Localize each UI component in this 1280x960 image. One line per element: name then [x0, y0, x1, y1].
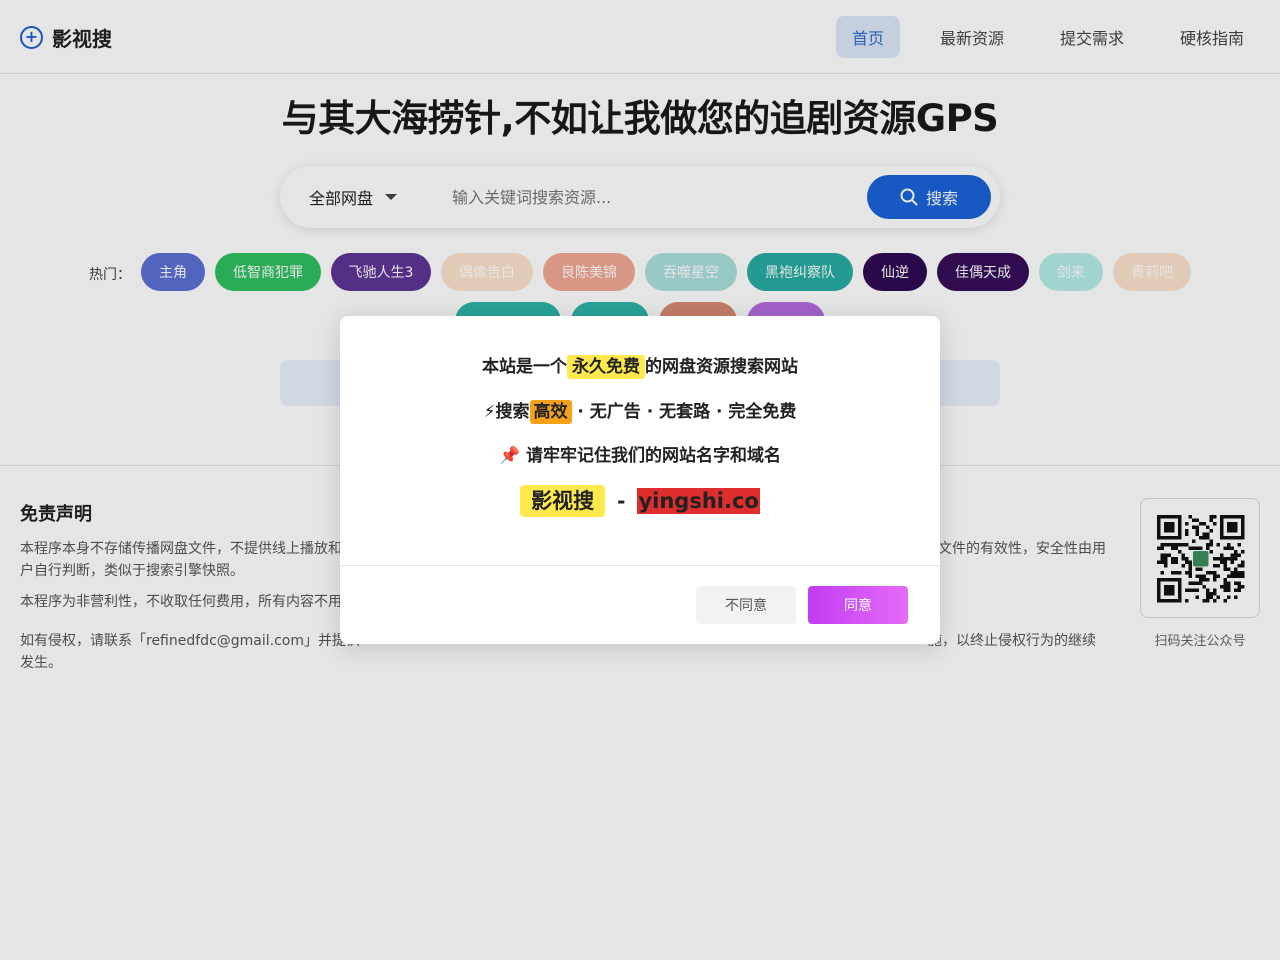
dialog-brand-name: 影视搜	[520, 485, 606, 517]
dialog-line-3: 📌 请牢牢记住我们的网站名字和域名	[340, 441, 940, 466]
highlight-efficient: 高效	[529, 400, 572, 424]
lightning-icon: ⚡	[483, 402, 496, 422]
highlight-forever-free: 永久免费	[567, 355, 645, 379]
dialog-separator: -	[617, 489, 626, 513]
pushpin-icon: 📌	[498, 446, 521, 466]
disagree-button[interactable]: 不同意	[696, 586, 796, 624]
dialog-text: 的网盘资源搜索网站	[645, 357, 798, 377]
dialog-text: 请牢牢记住我们的网站名字和域名	[520, 446, 782, 466]
agree-button[interactable]: 同意	[808, 586, 908, 624]
welcome-dialog: 本站是一个 永久免费 的网盘资源搜索网站 ⚡搜索 高效 · 无广告 · 无套路 · 完…	[340, 316, 940, 644]
dialog-brand-row: 影视搜 - yingshi.co	[340, 484, 940, 518]
dialog-domain: yingshi.co	[637, 488, 760, 514]
dialog-line-1: 本站是一个 永久免费 的网盘资源搜索网站	[340, 352, 940, 379]
dialog-text: · 无广告 · 无套路 · 完全免费	[571, 402, 797, 422]
dialog-line-2: ⚡搜索 高效 · 无广告 · 无套路 · 完全免费	[340, 397, 940, 424]
dialog-text: 本站是一个	[482, 357, 567, 377]
dialog-text: 搜索	[495, 402, 530, 422]
dialog-divider	[340, 565, 940, 566]
